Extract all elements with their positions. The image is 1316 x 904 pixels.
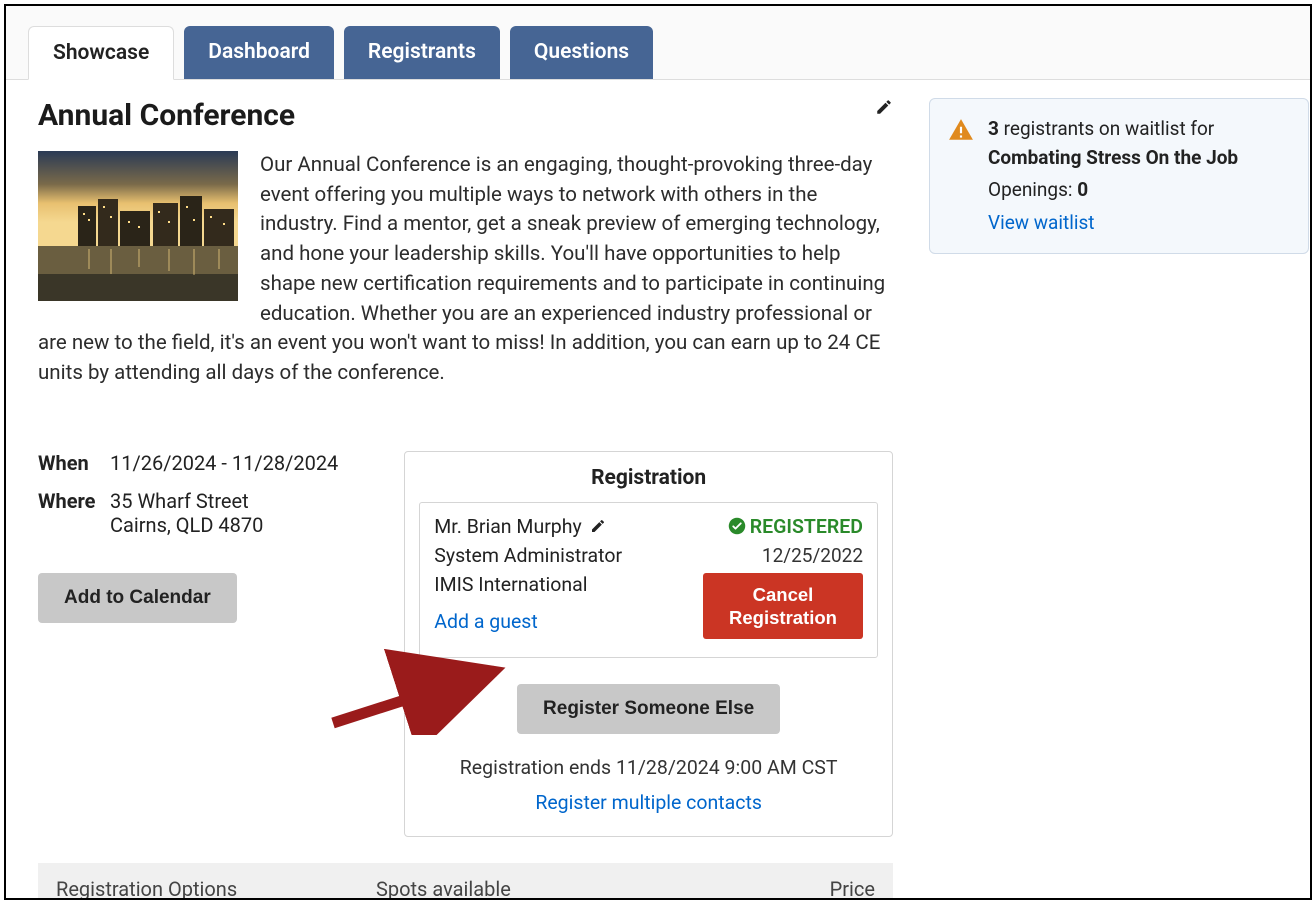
registrant-org: IMIS International [434,573,587,596]
tab-bar: Showcase Dashboard Registrants Questions [6,6,1310,80]
edit-registrant-icon[interactable] [590,518,606,534]
waitlist-alert: 3 registrants on waitlist for Combating … [929,98,1309,254]
tab-showcase[interactable]: Showcase [28,26,174,80]
registration-card: Registration Mr. Brian Murphy REGISTERED [404,451,893,837]
add-to-calendar-button[interactable]: Add to Calendar [38,573,237,623]
add-guest-link[interactable]: Add a guest [434,610,537,633]
registrant-name: Mr. Brian Murphy [434,515,581,538]
when-value: 11/26/2024 - 11/28/2024 [110,451,338,475]
waitlist-count: 3 [988,117,999,140]
where-line1: 35 Wharf Street [110,489,263,513]
when-label: When [38,451,110,475]
waitlist-openings: 0 [1077,178,1088,201]
event-title: Annual Conference [38,98,295,133]
register-someone-else-button[interactable]: Register Someone Else [517,684,780,734]
registration-date: 12/25/2022 [762,544,863,567]
where-line2: Cairns, QLD 4870 [110,513,263,537]
registrant-role: System Administrator [434,544,622,567]
check-circle-icon [728,517,746,535]
registration-status: REGISTERED [750,515,863,538]
edit-event-icon[interactable] [875,98,893,116]
registration-options-header: Registration Options Spots available Pri… [38,863,893,900]
where-label: Where [38,489,110,537]
registration-ends: Registration ends 11/28/2024 9:00 AM CST [419,756,878,779]
waitlist-count-suffix: registrants on waitlist for [1004,117,1215,140]
col-registration-options: Registration Options [56,877,376,900]
register-multiple-link[interactable]: Register multiple contacts [419,791,878,814]
col-spots-available: Spots available [376,877,775,900]
col-price: Price [775,877,875,900]
tab-questions[interactable]: Questions [510,26,653,79]
tab-dashboard[interactable]: Dashboard [184,26,334,79]
warning-icon [948,117,974,143]
waitlist-openings-label: Openings: [988,178,1073,201]
view-waitlist-link[interactable]: View waitlist [988,209,1095,238]
waitlist-subject: Combating Stress On the Job [988,146,1238,169]
event-image [38,151,238,301]
tab-registrants[interactable]: Registrants [344,26,500,79]
cancel-registration-button[interactable]: Cancel Registration [703,573,863,639]
registration-heading: Registration [419,466,878,490]
